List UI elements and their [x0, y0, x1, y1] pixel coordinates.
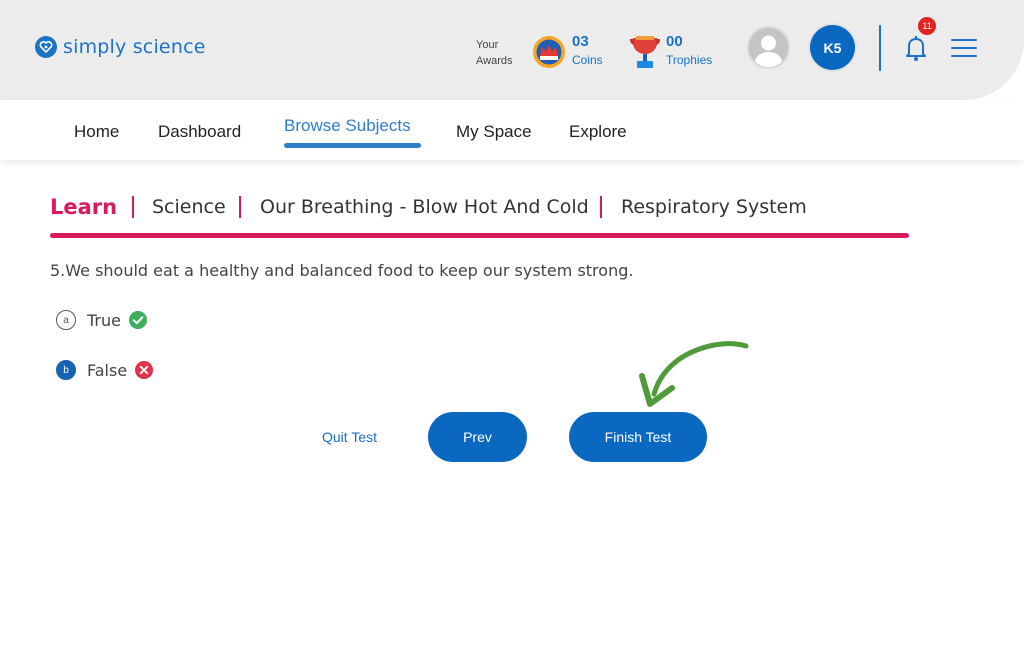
header-divider: [879, 25, 881, 71]
brand-logo[interactable]: simply science: [35, 36, 206, 58]
nav-home[interactable]: Home: [74, 122, 119, 142]
breadcrumb-separator: [132, 196, 134, 218]
coins-count: 03: [572, 33, 589, 50]
awards-label: Your Awards: [476, 39, 513, 67]
quit-test-link[interactable]: Quit Test: [322, 429, 377, 445]
breadcrumb-underline: [50, 233, 909, 238]
breadcrumb-separator: [239, 196, 241, 218]
top-header: simply science Your Awards 03 Coins 00 T…: [0, 0, 1024, 100]
nav-explore[interactable]: Explore: [569, 122, 627, 142]
brand-name: simply science: [63, 36, 206, 58]
trophies-count: 00: [666, 33, 683, 50]
notification-count: 11: [918, 17, 936, 35]
option-label: False: [87, 360, 128, 380]
trophies-label: Trophies: [666, 53, 713, 67]
nav-browse-subjects[interactable]: Browse Subjects: [284, 116, 411, 136]
grade-badge[interactable]: K5: [810, 25, 855, 70]
heart-logo-icon: [35, 36, 57, 58]
breadcrumb-chapter[interactable]: Our Breathing - Blow Hot And Cold: [260, 196, 589, 218]
prev-button[interactable]: Prev: [428, 412, 527, 462]
option-letter: a: [56, 310, 76, 330]
bell-icon[interactable]: [904, 34, 928, 62]
main-nav: Home Dashboard Browse Subjects My Space …: [0, 100, 1024, 160]
x-circle-icon: [135, 361, 154, 379]
coin-crown-icon: [533, 36, 565, 68]
nav-active-indicator: [284, 143, 421, 148]
option-label: True: [87, 310, 121, 330]
breadcrumb-topic[interactable]: Respiratory System: [621, 196, 807, 218]
coins-label: Coins: [572, 53, 603, 67]
breadcrumb-section: Learn: [50, 195, 118, 219]
user-avatar-icon[interactable]: [747, 26, 790, 69]
breadcrumb-separator: [600, 196, 602, 218]
nav-my-space[interactable]: My Space: [456, 122, 532, 142]
breadcrumb-subject[interactable]: Science: [152, 196, 226, 218]
option-letter: b: [56, 360, 76, 380]
finish-test-button[interactable]: Finish Test: [569, 412, 707, 462]
option-b[interactable]: b False: [56, 360, 154, 380]
green-arrow-icon: [639, 341, 749, 407]
hamburger-menu-icon[interactable]: [951, 39, 977, 59]
question-text: 5.We should eat a healthy and balanced f…: [50, 261, 634, 280]
option-a[interactable]: a True: [56, 310, 147, 330]
check-circle-icon: [128, 311, 147, 329]
nav-dashboard[interactable]: Dashboard: [158, 122, 241, 142]
trophy-icon: [630, 36, 660, 68]
